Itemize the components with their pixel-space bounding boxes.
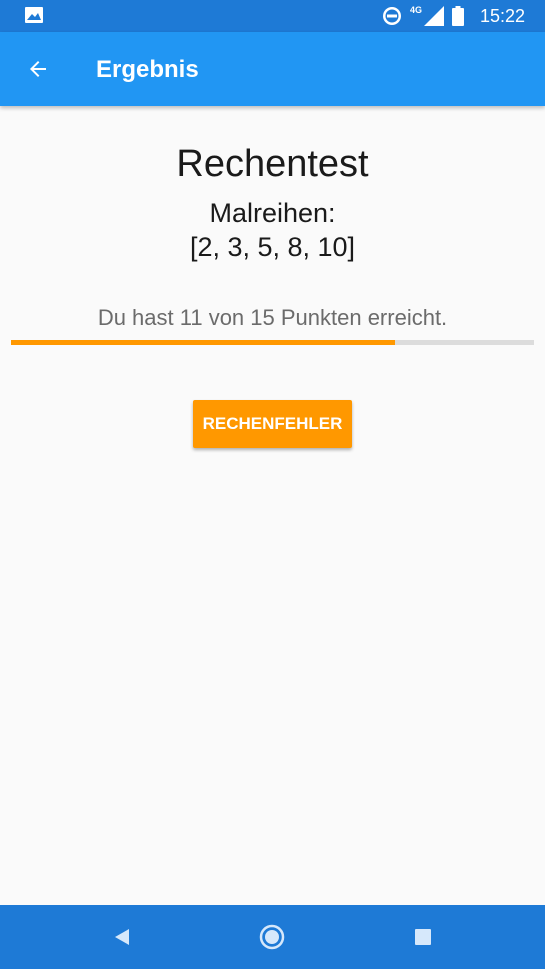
- back-triangle-icon: [115, 929, 129, 945]
- recents-square-icon: [415, 929, 431, 945]
- nav-home-button[interactable]: [248, 913, 296, 961]
- app-bar: Ergebnis: [0, 32, 545, 106]
- calculation-errors-button[interactable]: RECHENFEHLER: [193, 400, 352, 448]
- nav-back-button[interactable]: [98, 913, 146, 961]
- score-progress-fill: [11, 340, 395, 345]
- battery-icon: [451, 6, 464, 26]
- do-not-disturb-icon: [382, 7, 401, 25]
- back-button[interactable]: [14, 45, 62, 93]
- nav-recents-button[interactable]: [399, 913, 447, 961]
- score-text: Du hast 11 von 15 Punkten erreicht.: [97, 305, 448, 330]
- arrow-back-icon: [30, 61, 46, 77]
- test-subtitle: Malreihen: [2, 3, 5, 8, 10]: [0, 196, 545, 264]
- times-tables-list: [2, 3, 5, 8, 10]: [189, 232, 356, 262]
- image-icon: [25, 7, 43, 23]
- score-progress-bar: [11, 340, 534, 345]
- status-bar: 4G 15:22: [0, 0, 545, 32]
- home-circle-icon: [259, 924, 285, 950]
- navigation-bar: [0, 905, 545, 969]
- clock: 15:22: [479, 5, 525, 26]
- network-type-label: 4G: [409, 5, 422, 15]
- subtitle-label: Malreihen:: [209, 198, 336, 228]
- signal-icon: [423, 6, 444, 26]
- page-title: Ergebnis: [96, 56, 199, 83]
- test-title: Rechentest: [176, 143, 369, 185]
